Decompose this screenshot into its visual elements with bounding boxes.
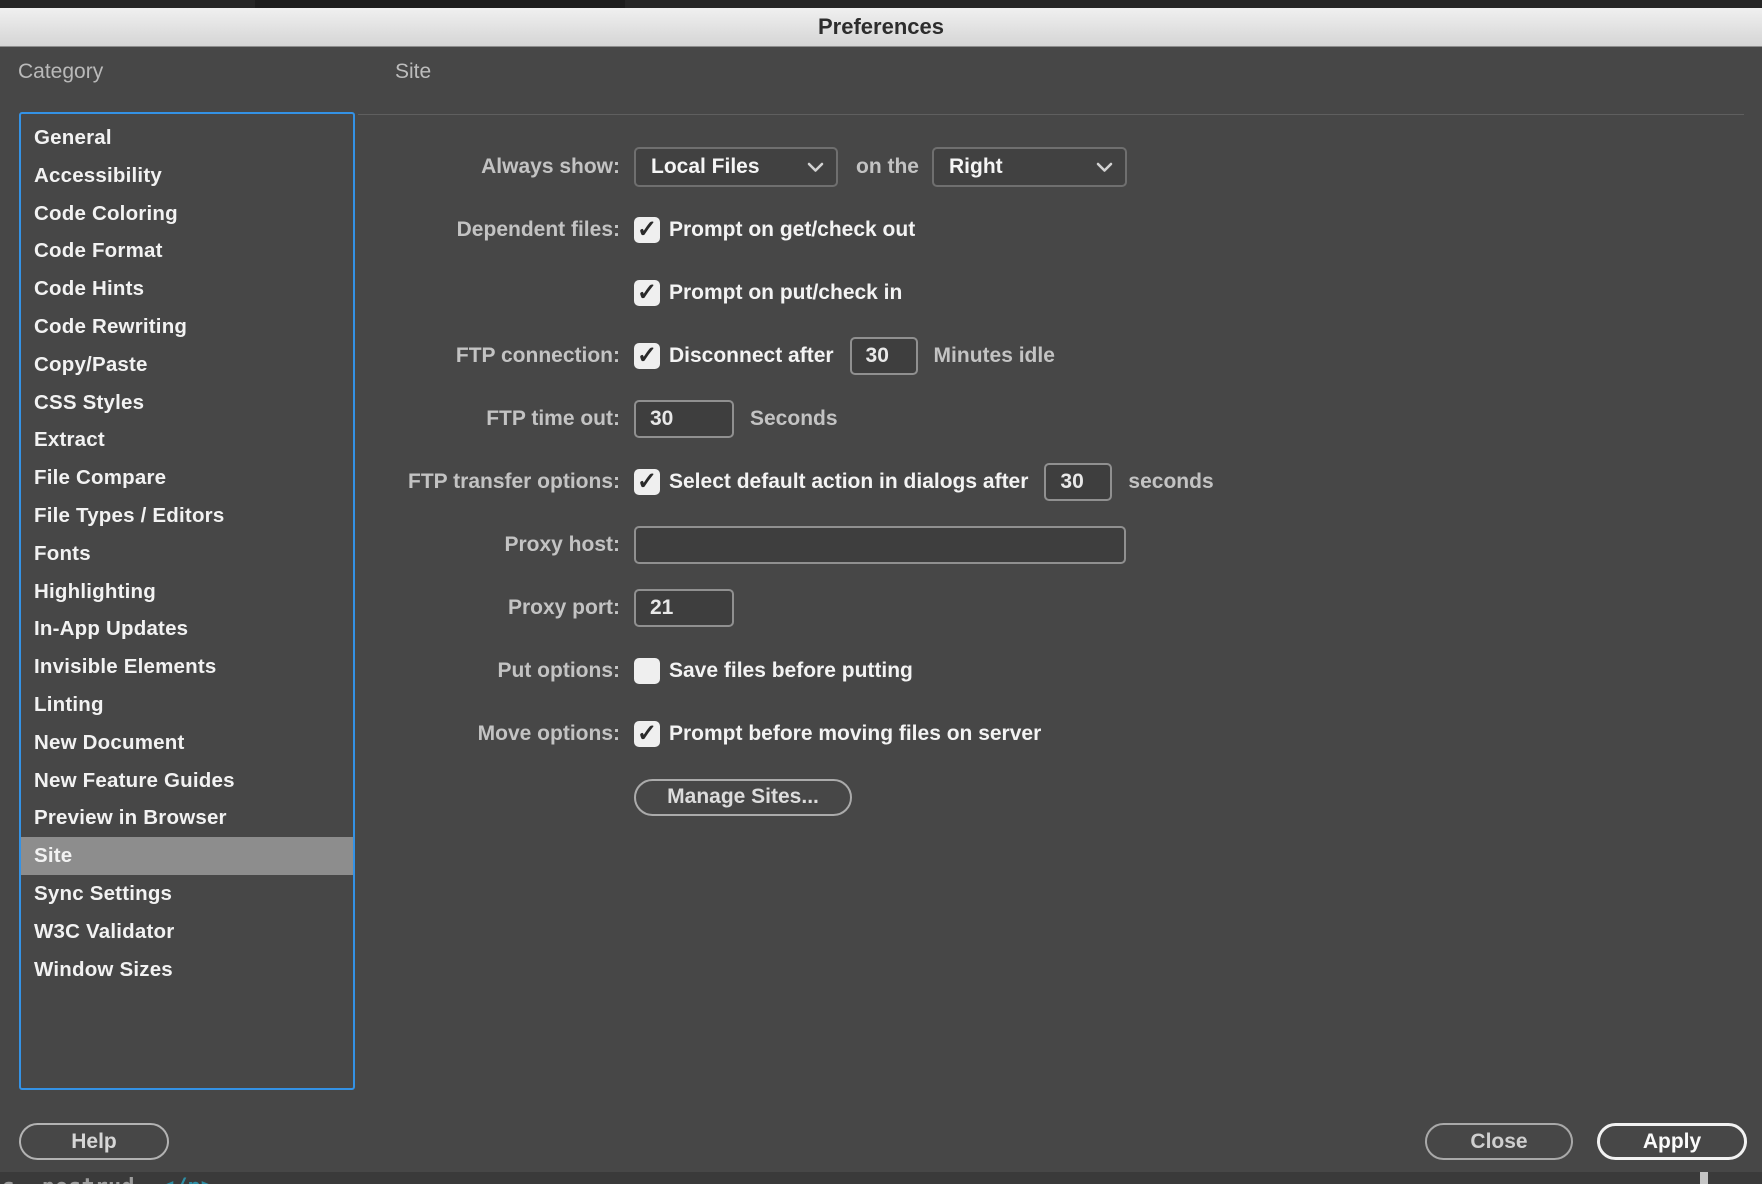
sidebar-item-w3c-validator[interactable]: W3C Validator [21, 913, 353, 951]
ftp-connection-row: FTP connection: ✓ Disconnect after Minut… [358, 336, 1762, 376]
close-button[interactable]: Close [1425, 1123, 1573, 1160]
put-options-label: Put options: [358, 659, 620, 683]
sidebar-item-window-sizes[interactable]: Window Sizes [21, 951, 353, 989]
on-the-label: on the [856, 155, 919, 179]
proxy-port-label: Proxy port: [358, 596, 620, 620]
apply-button[interactable]: Apply [1597, 1123, 1747, 1160]
sidebar-item-code-coloring[interactable]: Code Coloring [21, 195, 353, 233]
prompt-before-moving-checkbox[interactable]: ✓ [634, 721, 660, 747]
sidebar-item-site[interactable]: Site [21, 837, 353, 875]
move-options-row: Move options: ✓ Prompt before moving fil… [358, 714, 1762, 754]
check-icon: ✓ [637, 281, 657, 305]
sidebar-item-invisible-elements[interactable]: Invisible Elements [21, 648, 353, 686]
manage-sites-row: Manage Sites... [358, 777, 1762, 817]
sidebar-item-linting[interactable]: Linting [21, 686, 353, 724]
sidebar-item-preview-in-browser[interactable]: Preview in Browser [21, 799, 353, 837]
save-before-putting-label: Save files before putting [669, 659, 913, 683]
always-show-side-value: Right [949, 155, 1078, 179]
proxy-host-row: Proxy host: [358, 525, 1762, 565]
minutes-idle-label: Minutes idle [934, 344, 1055, 368]
ftp-timeout-row: FTP time out: Seconds [358, 399, 1762, 439]
chevron-down-icon [1096, 162, 1113, 173]
dependent-files-row-2: ✓ Prompt on put/check in [358, 273, 1762, 313]
help-label: Help [71, 1130, 117, 1154]
sidebar-item-fonts[interactable]: Fonts [21, 535, 353, 573]
check-icon: ✓ [637, 470, 657, 494]
always-show-side-dropdown[interactable]: Right [932, 147, 1127, 187]
sidebar-item-code-format[interactable]: Code Format [21, 232, 353, 270]
sidebar-item-file-compare[interactable]: File Compare [21, 459, 353, 497]
panel-divider [358, 114, 1744, 115]
check-icon: ✓ [637, 344, 657, 368]
category-list: GeneralAccessibilityCode ColoringCode Fo… [19, 112, 355, 1090]
proxy-port-row: Proxy port: [358, 588, 1762, 628]
sidebar-item-css-styles[interactable]: CSS Styles [21, 384, 353, 422]
panel-title: Site [395, 60, 431, 84]
proxy-host-input[interactable] [634, 526, 1126, 564]
proxy-port-input[interactable] [634, 589, 734, 627]
minutes-idle-input[interactable] [850, 337, 918, 375]
sidebar-item-code-rewriting[interactable]: Code Rewriting [21, 308, 353, 346]
sidebar-item-highlighting[interactable]: Highlighting [21, 573, 353, 611]
sidebar-item-new-document[interactable]: New Document [21, 724, 353, 762]
background-scrollbar-hint [1700, 1172, 1708, 1184]
background-code-fragment: s nostrud </p> [2, 1175, 214, 1184]
ftp-transfer-row: FTP transfer options: ✓ Select default a… [358, 462, 1762, 502]
sidebar-item-extract[interactable]: Extract [21, 421, 353, 459]
default-action-label: Select default action in dialogs after [669, 470, 1028, 494]
dialog-titlebar: Preferences [0, 8, 1762, 47]
manage-sites-label: Manage Sites... [667, 785, 819, 809]
sidebar-item-in-app-updates[interactable]: In-App Updates [21, 610, 353, 648]
background-window-top-edge [0, 0, 1762, 8]
check-icon: ✓ [637, 218, 657, 242]
category-heading: Category [18, 60, 103, 84]
proxy-host-label: Proxy host: [358, 533, 620, 557]
prompt-get-checkbox[interactable]: ✓ [634, 217, 660, 243]
prompt-put-label: Prompt on put/check in [669, 281, 902, 305]
dialog-title: Preferences [818, 14, 944, 40]
prompt-before-moving-label: Prompt before moving files on server [669, 722, 1041, 746]
sidebar-item-code-hints[interactable]: Code Hints [21, 270, 353, 308]
dialog-seconds-label: seconds [1128, 470, 1213, 494]
ftp-timeout-input[interactable] [634, 400, 734, 438]
sidebar-item-general[interactable]: General [21, 119, 353, 157]
dependent-files-row: Dependent files: ✓ Prompt on get/check o… [358, 210, 1762, 250]
dependent-files-label: Dependent files: [358, 218, 620, 242]
apply-label: Apply [1643, 1130, 1701, 1154]
site-settings-form: Always show: Local Files on the Right De… [358, 147, 1762, 840]
ftp-timeout-label: FTP time out: [358, 407, 620, 431]
manage-sites-button[interactable]: Manage Sites... [634, 779, 852, 816]
disconnect-after-checkbox[interactable]: ✓ [634, 343, 660, 369]
background-tab-hint [255, 0, 625, 8]
seconds-label: Seconds [750, 407, 838, 431]
prompt-get-label: Prompt on get/check out [669, 218, 915, 242]
close-label: Close [1470, 1130, 1527, 1154]
sidebar-item-file-types-editors[interactable]: File Types / Editors [21, 497, 353, 535]
save-before-putting-checkbox[interactable] [634, 658, 660, 684]
sidebar-item-sync-settings[interactable]: Sync Settings [21, 875, 353, 913]
ftp-transfer-label: FTP transfer options: [358, 470, 620, 494]
always-show-files-value: Local Files [651, 155, 789, 179]
html-tag-text: </p> [161, 1175, 214, 1184]
disconnect-after-label: Disconnect after [669, 344, 834, 368]
help-button[interactable]: Help [19, 1123, 169, 1160]
prompt-put-checkbox[interactable]: ✓ [634, 280, 660, 306]
default-action-checkbox[interactable]: ✓ [634, 469, 660, 495]
chevron-down-icon [807, 162, 824, 173]
always-show-label: Always show: [358, 155, 620, 179]
ftp-connection-label: FTP connection: [358, 344, 620, 368]
sidebar-item-copy-paste[interactable]: Copy/Paste [21, 346, 353, 384]
move-options-label: Move options: [358, 722, 620, 746]
always-show-row: Always show: Local Files on the Right [358, 147, 1762, 187]
check-icon: ✓ [637, 722, 657, 746]
background-window-bottom-edge: s nostrud </p> [0, 1172, 1762, 1184]
always-show-files-dropdown[interactable]: Local Files [634, 147, 838, 187]
dialog-seconds-input[interactable] [1044, 463, 1112, 501]
sidebar-item-accessibility[interactable]: Accessibility [21, 157, 353, 195]
sidebar-item-new-feature-guides[interactable]: New Feature Guides [21, 762, 353, 800]
put-options-row: Put options: Save files before putting [358, 651, 1762, 691]
